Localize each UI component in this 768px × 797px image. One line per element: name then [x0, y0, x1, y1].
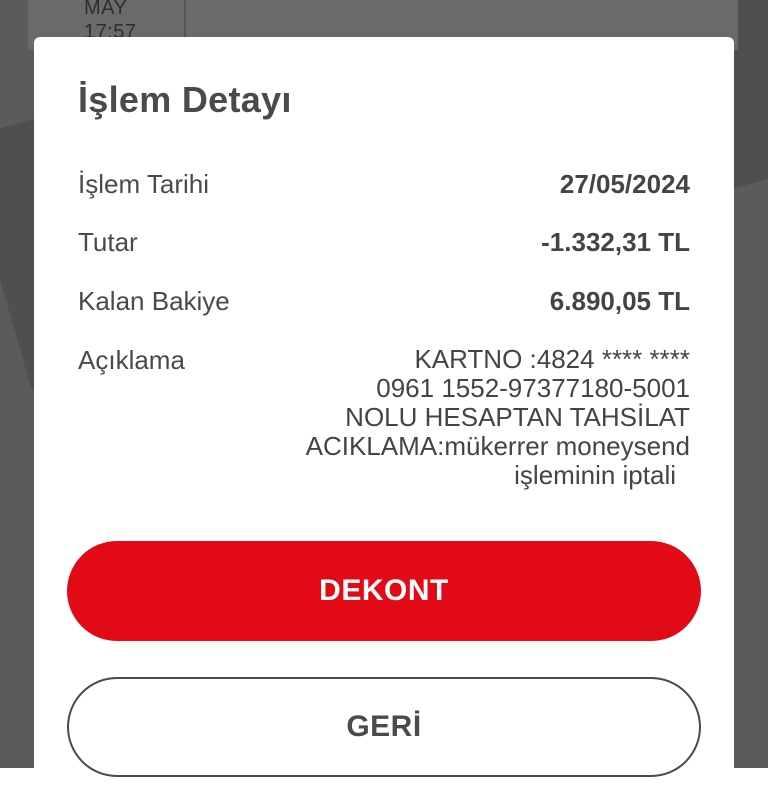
back-button[interactable]: GERİ — [67, 677, 701, 777]
description-label: Açıklama — [78, 345, 185, 375]
description-line: KARTNO :4824 **** **** — [414, 344, 690, 374]
dialog-title: İşlem Detayı — [78, 79, 292, 120]
background-month: MAY — [84, 0, 128, 19]
description-value: KARTNO :4824 **** **** 0961 1552-9737718… — [250, 345, 690, 490]
remaining-balance-label: Kalan Bakiye — [78, 286, 230, 316]
description-line: ACIKLAMA:mükerrer moneysend — [305, 431, 690, 461]
transaction-detail-dialog: İşlem Detayı İşlem Tarihi 27/05/2024 Tut… — [34, 37, 734, 797]
description-line: işleminin iptali — [514, 460, 676, 490]
description-line: NOLU HESAPTAN TAHSİLAT — [345, 402, 690, 432]
receipt-button[interactable]: DEKONT — [67, 541, 701, 641]
transaction-date-value: 27/05/2024 — [559, 169, 690, 199]
description-line: 0961 1552-97377180-5001 — [376, 373, 690, 403]
amount-label: Tutar — [78, 227, 138, 257]
remaining-balance-value: 6.890,05 TL — [549, 286, 690, 316]
transaction-date-label: İşlem Tarihi — [78, 169, 210, 199]
amount-value: -1.332,31 TL — [541, 227, 690, 257]
